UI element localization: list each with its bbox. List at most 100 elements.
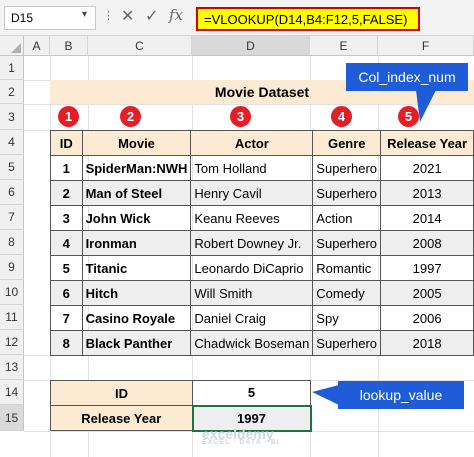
table-row: 2 Man of Steel Henry Cavil Superhero 201… (50, 180, 474, 206)
cell-movie[interactable]: John Wick (81, 205, 192, 231)
cell-actor[interactable]: Henry Cavil (190, 180, 314, 206)
cell-actor[interactable]: Will Smith (190, 280, 314, 306)
table-row: 1 SpiderMan:NWH Tom Holland Superhero 20… (50, 155, 474, 181)
row-header-12[interactable]: 12 (0, 330, 24, 355)
cell-actor[interactable]: Robert Downey Jr. (190, 230, 314, 256)
row-header-11[interactable]: 11 (0, 305, 24, 330)
row-header-1[interactable]: 1 (0, 56, 24, 80)
table-row: 8 Black Panther Chadwick Boseman Superhe… (50, 330, 474, 356)
row-header-4[interactable]: 4 (0, 130, 24, 155)
formula-input[interactable]: =VLOOKUP(D14,B4:F12,5,FALSE) (196, 7, 420, 31)
cancel-icon[interactable]: ✕ (121, 6, 134, 26)
cell-release-year[interactable]: 2014 (380, 205, 474, 231)
cell-movie[interactable]: Titanic (81, 255, 192, 281)
cell-genre[interactable]: Superhero (312, 180, 382, 206)
cell-id[interactable]: 4 (50, 230, 83, 256)
badge-4: 4 (331, 106, 352, 127)
cell-genre[interactable]: Superhero (312, 230, 382, 256)
cell-genre[interactable]: Superhero (312, 155, 382, 181)
cell-id[interactable]: 6 (50, 280, 83, 306)
enter-icon[interactable]: ✓ (145, 6, 158, 26)
cell-genre[interactable]: Superhero (312, 330, 382, 356)
row-header-2[interactable]: 2 (0, 80, 24, 104)
header-genre[interactable]: Genre (312, 130, 382, 156)
lookup-id-label[interactable]: ID (50, 380, 193, 406)
column-header-f[interactable]: F (378, 36, 474, 56)
cell-actor[interactable]: Chadwick Boseman (190, 330, 314, 356)
table-header-row: ID Movie Actor Genre Release Year (50, 130, 474, 156)
badge-2: 2 (120, 106, 141, 127)
header-id[interactable]: ID (50, 130, 83, 156)
table-row: 6 Hitch Will Smith Comedy 2005 (50, 280, 474, 306)
insert-function-icon[interactable]: fx (169, 6, 183, 24)
name-box-value: D15 (11, 11, 34, 25)
watermark-tagline: EXCEL · DATA · BI (202, 439, 280, 446)
formula-bar: D15 ▾ ⋮ ✕ ✓ fx =VLOOKUP(D14,B4:F12,5,FAL… (0, 0, 474, 36)
row-header-9[interactable]: 9 (0, 255, 24, 280)
cell-release-year[interactable]: 2006 (380, 305, 474, 331)
row-header-10[interactable]: 10 (0, 280, 24, 305)
cell-release-year[interactable]: 2005 (380, 280, 474, 306)
column-header-c[interactable]: C (88, 36, 192, 56)
cell-release-year[interactable]: 2013 (380, 180, 474, 206)
table-row: 5 Titanic Leonardo DiCaprio Romantic 199… (50, 255, 474, 281)
cell-actor[interactable]: Daniel Craig (190, 305, 314, 331)
cell-movie[interactable]: SpiderMan:NWH (81, 155, 192, 181)
cell-release-year[interactable]: 2021 (380, 155, 474, 181)
lookup-year-label[interactable]: Release Year (50, 405, 193, 431)
cell-movie[interactable]: Man of Steel (81, 180, 192, 206)
header-actor[interactable]: Actor (190, 130, 314, 156)
cell-actor[interactable]: Leonardo DiCaprio (190, 255, 314, 281)
cell-genre[interactable]: Romantic (312, 255, 382, 281)
row-header-14[interactable]: 14 (0, 380, 24, 405)
lookup-id-row: ID 5 (50, 380, 311, 406)
row-header-5[interactable]: 5 (0, 155, 24, 180)
cell-release-year[interactable]: 2008 (380, 230, 474, 256)
column-header-d[interactable]: D (192, 36, 310, 56)
movie-table: ID Movie Actor Genre Release Year 1 Spid… (50, 130, 474, 356)
cell-id[interactable]: 7 (50, 305, 83, 331)
cell-actor[interactable]: Tom Holland (190, 155, 314, 181)
cell-genre[interactable]: Comedy (312, 280, 382, 306)
table-row: 7 Casino Royale Daniel Craig Spy 2006 (50, 305, 474, 331)
cell-movie[interactable]: Black Panther (81, 330, 192, 356)
cell-release-year[interactable]: 1997 (380, 255, 474, 281)
lookup-value-callout: lookup_value (338, 381, 464, 409)
badge-1: 1 (58, 106, 79, 127)
row-header-3[interactable]: 3 (0, 104, 24, 130)
table-row: 4 Ironman Robert Downey Jr. Superhero 20… (50, 230, 474, 256)
chevron-down-icon[interactable]: ▾ (82, 9, 87, 20)
cell-id[interactable]: 5 (50, 255, 83, 281)
select-all-corner[interactable] (0, 36, 24, 56)
cell-id[interactable]: 1 (50, 155, 83, 181)
gridline (24, 104, 474, 105)
header-movie[interactable]: Movie (81, 130, 192, 156)
column-header-e[interactable]: E (310, 36, 378, 56)
header-release-year[interactable]: Release Year (380, 130, 474, 156)
cell-release-year[interactable]: 2018 (380, 330, 474, 356)
cell-movie[interactable]: Hitch (81, 280, 192, 306)
column-header-a[interactable]: A (24, 36, 50, 56)
callout-pointer-icon (312, 385, 339, 405)
cell-id[interactable]: 3 (50, 205, 83, 231)
cell-actor[interactable]: Keanu Reeves (190, 205, 314, 231)
cell-movie[interactable]: Casino Royale (81, 305, 192, 331)
column-header-b[interactable]: B (50, 36, 88, 56)
col-index-callout: Col_index_num (346, 63, 468, 91)
cell-movie[interactable]: Ironman (81, 230, 192, 256)
cell-id[interactable]: 8 (50, 330, 83, 356)
cell-id[interactable]: 2 (50, 180, 83, 206)
watermark-logo: exceldemy EXCEL · DATA · BI (202, 426, 280, 446)
lookup-id-value[interactable]: 5 (192, 380, 311, 406)
row-header-7[interactable]: 7 (0, 205, 24, 230)
cell-genre[interactable]: Spy (312, 305, 382, 331)
row-header-6[interactable]: 6 (0, 180, 24, 205)
row-header-13[interactable]: 13 (0, 355, 24, 380)
badge-3: 3 (230, 106, 251, 127)
row-header-8[interactable]: 8 (0, 230, 24, 255)
table-row: 3 John Wick Keanu Reeves Action 2014 (50, 205, 474, 231)
row-header-15[interactable]: 15 (0, 405, 24, 431)
cell-genre[interactable]: Action (312, 205, 382, 231)
formula-text: =VLOOKUP(D14,B4:F12,5,FALSE) (204, 12, 408, 27)
more-options-icon[interactable]: ⋮ (103, 9, 114, 22)
